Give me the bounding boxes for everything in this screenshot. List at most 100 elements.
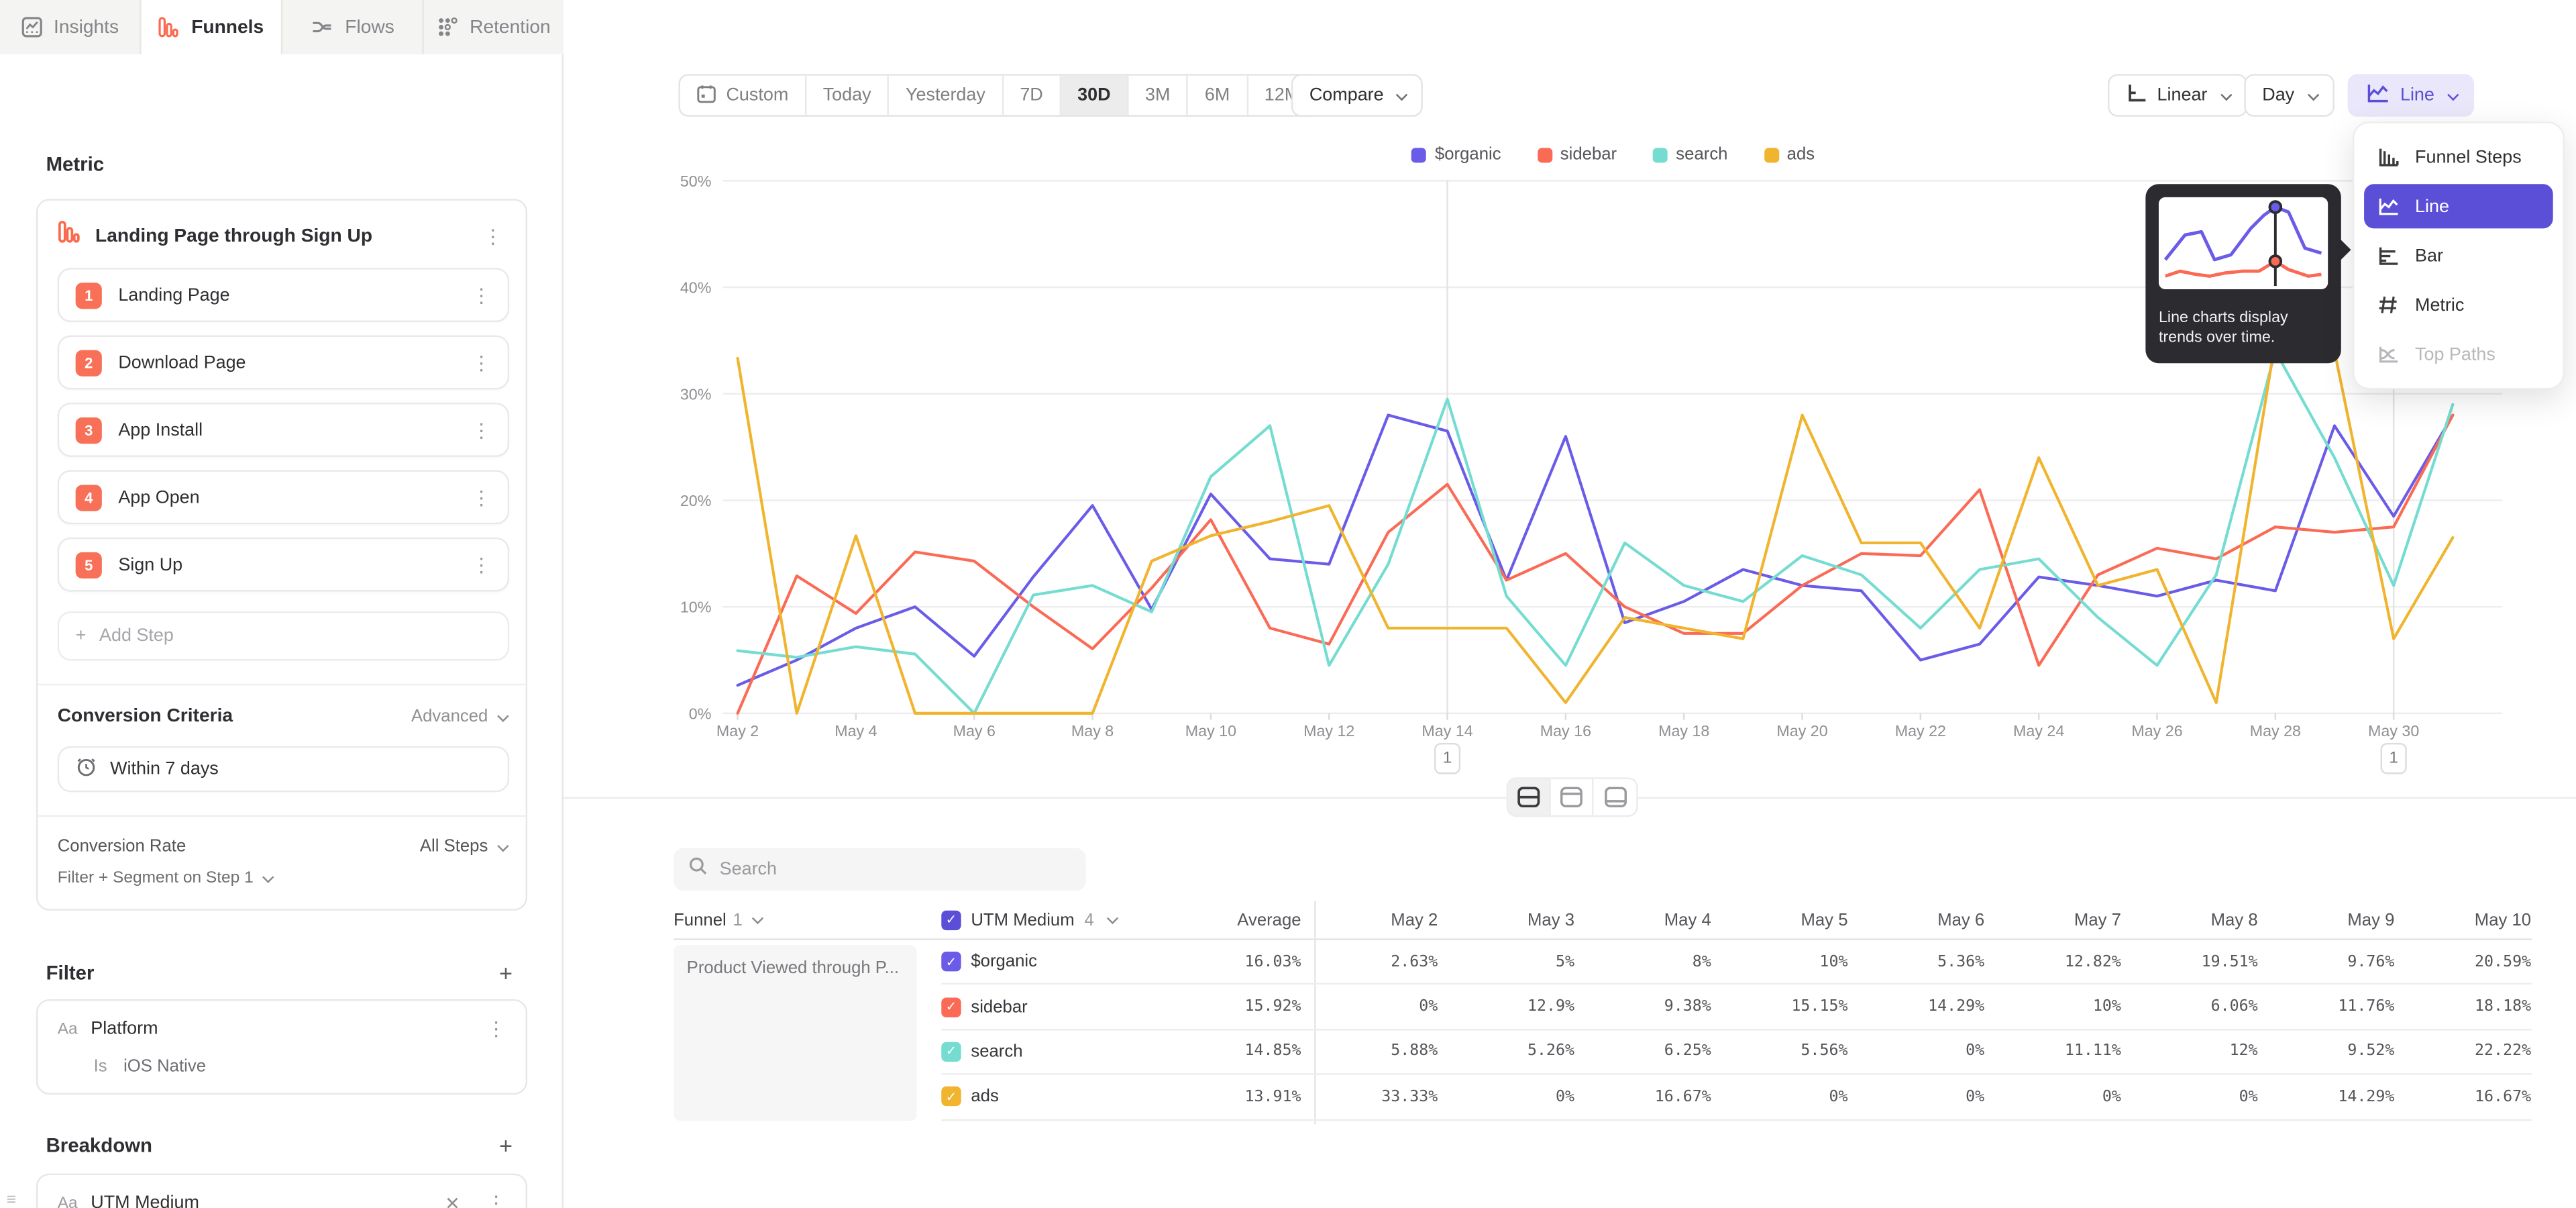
y-axis-tick-label: 50%: [680, 172, 712, 190]
table-only-view-toggle[interactable]: [1594, 779, 1637, 815]
funnel-selector[interactable]: Funnel 1: [674, 910, 941, 929]
series-checkbox[interactable]: ✓: [941, 997, 961, 1016]
column-header-date[interactable]: May 2: [1301, 910, 1438, 929]
legend-item-ads[interactable]: ads: [1764, 145, 1815, 164]
menu-item-line[interactable]: Line: [2364, 184, 2553, 228]
scale-linear-button[interactable]: Linear: [2108, 74, 2247, 117]
y-axis-tick-label: 30%: [680, 385, 712, 403]
add-breakdown-button[interactable]: +: [494, 1132, 518, 1158]
funnel-steps-icon: [2377, 146, 2400, 168]
cell-value: 9.52%: [2258, 1043, 2395, 1061]
series-checkbox[interactable]: ✓: [941, 952, 961, 971]
legend-item-organic[interactable]: $organic: [1412, 145, 1501, 164]
menu-item-label: Metric: [2415, 295, 2464, 315]
step-kebab-icon[interactable]: ⋮: [465, 417, 498, 443]
menu-item-metric[interactable]: Metric: [2364, 283, 2553, 327]
tab-flows[interactable]: Flows: [282, 0, 424, 54]
tab-retention[interactable]: Retention: [424, 0, 564, 54]
range-3m-button[interactable]: 3M: [1129, 76, 1189, 115]
funnel-step-3[interactable]: 3 App Install ⋮: [58, 403, 509, 457]
range-label: 7D: [1020, 85, 1042, 105]
split-view-toggle[interactable]: [1508, 779, 1551, 815]
column-header-date[interactable]: May 5: [1711, 910, 1848, 929]
funnel-step-1[interactable]: 1 Landing Page ⋮: [58, 268, 509, 322]
column-header-date[interactable]: May 3: [1438, 910, 1574, 929]
table-header-row: Funnel 1 ✓ UTM Medium 4 Average May 2 Ma…: [674, 901, 2532, 940]
x-axis-tick-label: May 10: [1185, 722, 1236, 740]
filter-kebab-icon[interactable]: ⋮: [480, 1015, 513, 1042]
metric-kebab-icon[interactable]: ⋮: [476, 223, 509, 249]
menu-item-top-paths[interactable]: Top Paths: [2364, 332, 2553, 376]
annotation-badge[interactable]: 1: [2381, 743, 2407, 774]
menu-item-bar[interactable]: Bar: [2364, 234, 2553, 278]
menu-item-funnel-steps[interactable]: Funnel Steps: [2364, 135, 2553, 179]
step-label: Sign Up: [118, 555, 448, 574]
step-kebab-icon[interactable]: ⋮: [465, 552, 498, 578]
legend-item-search[interactable]: search: [1653, 145, 1727, 164]
chart-type-line-button[interactable]: Line: [2348, 74, 2474, 117]
cell-value: 6.25%: [1574, 1043, 1711, 1061]
linear-axis-icon: [2126, 82, 2147, 108]
range-7d-button[interactable]: 7D: [1004, 76, 1061, 115]
column-header-date[interactable]: May 7: [1984, 910, 2121, 929]
all-steps-dropdown[interactable]: All Steps: [420, 837, 506, 856]
series-name: search: [971, 1042, 1022, 1062]
column-header-date[interactable]: May 6: [1847, 910, 1984, 929]
cell-value: 16.67%: [2394, 1088, 2531, 1106]
compare-button[interactable]: Compare: [1291, 74, 1424, 117]
step-kebab-icon[interactable]: ⋮: [465, 282, 498, 308]
column-header-date[interactable]: May 10: [2394, 910, 2531, 929]
funnel-selector-label: Funnel: [674, 910, 727, 929]
annotation-badge[interactable]: 1: [1434, 743, 1460, 774]
column-header-date[interactable]: May 4: [1574, 910, 1711, 929]
step-label: App Open: [118, 487, 448, 507]
filter-operator[interactable]: Is: [94, 1057, 107, 1076]
column-header-average[interactable]: Average: [1183, 910, 1301, 929]
conversion-window-button[interactable]: Within 7 days: [58, 746, 509, 793]
series-checkbox[interactable]: ✓: [941, 1087, 961, 1107]
step-number-badge: 5: [76, 552, 102, 578]
legend-item-sidebar[interactable]: sidebar: [1537, 145, 1617, 164]
breakdown-column-selector[interactable]: ✓ UTM Medium 4: [941, 910, 1183, 929]
range-custom-button[interactable]: Custom: [680, 76, 806, 115]
tab-funnels[interactable]: Funnels: [142, 0, 283, 54]
conversion-criteria-heading: Conversion Criteria: [58, 707, 411, 726]
filter-card[interactable]: Aa Platform ⋮ Is iOS Native: [36, 999, 527, 1095]
drag-handle-icon[interactable]: ≡: [7, 1192, 16, 1208]
x-axis-tick-label: May 28: [2250, 722, 2301, 740]
range-today-button[interactable]: Today: [806, 76, 889, 115]
range-6m-button[interactable]: 6M: [1188, 76, 1248, 115]
chart-only-view-toggle[interactable]: [1551, 779, 1594, 815]
cell-value: 15.15%: [1711, 998, 1848, 1016]
search-input[interactable]: [720, 860, 1049, 879]
tab-insights[interactable]: Insights: [0, 0, 142, 54]
column-header-date[interactable]: May 9: [2258, 910, 2395, 929]
chevron-down-icon: [263, 872, 274, 883]
column-header-date[interactable]: May 8: [2121, 910, 2258, 929]
funnel-step-5[interactable]: 5 Sign Up ⋮: [58, 538, 509, 592]
filter-segment-dropdown[interactable]: Filter + Segment on Step 1: [58, 870, 506, 888]
select-all-checkbox[interactable]: ✓: [941, 910, 961, 929]
add-step-label: Add Step: [99, 626, 174, 646]
advanced-dropdown[interactable]: Advanced: [411, 707, 506, 726]
add-filter-button[interactable]: +: [494, 960, 518, 986]
funnel-step-4[interactable]: 4 App Open ⋮: [58, 470, 509, 524]
breakdown-kebab-icon[interactable]: ⋮: [480, 1190, 513, 1208]
breakdown-card[interactable]: ≡ Aa UTM Medium ✕ ⋮: [36, 1174, 527, 1208]
step-kebab-icon[interactable]: ⋮: [465, 349, 498, 375]
granularity-day-button[interactable]: Day: [2244, 74, 2334, 117]
series-checkbox[interactable]: ✓: [941, 1042, 961, 1062]
funnel-step-2[interactable]: 2 Download Page ⋮: [58, 336, 509, 390]
step-kebab-icon[interactable]: ⋮: [465, 484, 498, 510]
legend-swatch: [1412, 147, 1427, 162]
series-name: $organic: [971, 952, 1037, 971]
layout-view-toggles: [1507, 777, 1638, 817]
table-body: Product Viewed through P... ✓ $organic 1…: [674, 940, 2532, 1120]
x-axis-tick-label: May 12: [1303, 722, 1354, 740]
remove-breakdown-icon[interactable]: ✕: [438, 1193, 466, 1208]
range-yesterday-button[interactable]: Yesterday: [890, 76, 1004, 115]
add-step-button[interactable]: + Add Step: [58, 611, 509, 660]
filter-value[interactable]: iOS Native: [123, 1057, 206, 1076]
insights-icon: [21, 16, 42, 38]
range-30d-button[interactable]: 30D: [1061, 76, 1129, 115]
